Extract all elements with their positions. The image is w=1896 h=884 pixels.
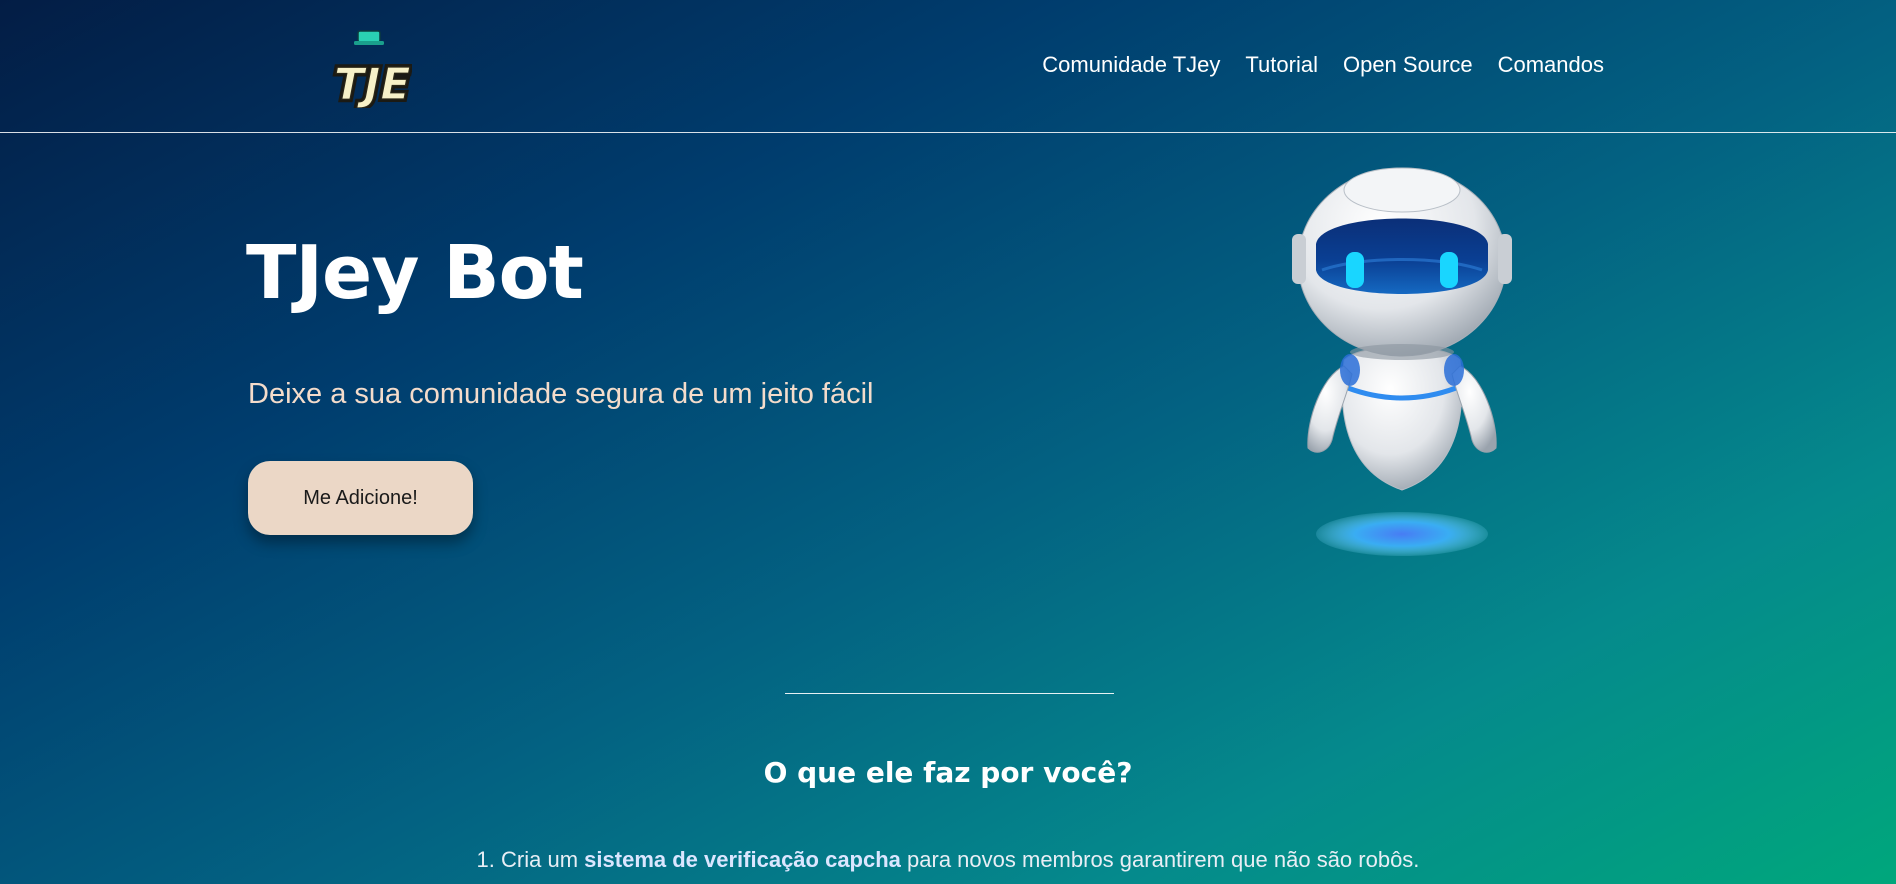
feature-item-number: 1.	[476, 847, 495, 872]
feature-item-prefix: Cria um	[501, 847, 579, 872]
logo-icon: TJEY TJEY	[331, 30, 449, 113]
features-title: O que ele faz por você?	[763, 756, 1133, 789]
site-header: TJEY TJEY Comunidade TJey Tutorial Open …	[0, 0, 1896, 133]
feature-item: 1. Cria um sistema de verificação capcha…	[0, 847, 1896, 873]
nav-tutorial[interactable]: Tutorial	[1245, 52, 1318, 78]
section-divider	[785, 693, 1114, 694]
nav-open-source[interactable]: Open Source	[1343, 52, 1473, 78]
hero-title: TJey Bot	[246, 230, 584, 316]
main-nav: Comunidade TJey Tutorial Open Source Com…	[1042, 52, 1604, 78]
nav-comandos[interactable]: Comandos	[1498, 52, 1604, 78]
feature-item-suffix: para novos membros garantirem que não sã…	[907, 847, 1420, 872]
hero-subtitle: Deixe a sua comunidade segura de um jeit…	[248, 378, 874, 410]
add-bot-button[interactable]: Me Adicione!	[248, 461, 473, 535]
svg-text:TJEY: TJEY	[334, 59, 412, 108]
feature-item-highlight: sistema de verificação capcha	[584, 847, 901, 872]
tjey-logo[interactable]: TJEY TJEY	[330, 28, 449, 113]
nav-comunidade[interactable]: Comunidade TJey	[1042, 52, 1220, 78]
robot-icon	[1282, 152, 1522, 562]
